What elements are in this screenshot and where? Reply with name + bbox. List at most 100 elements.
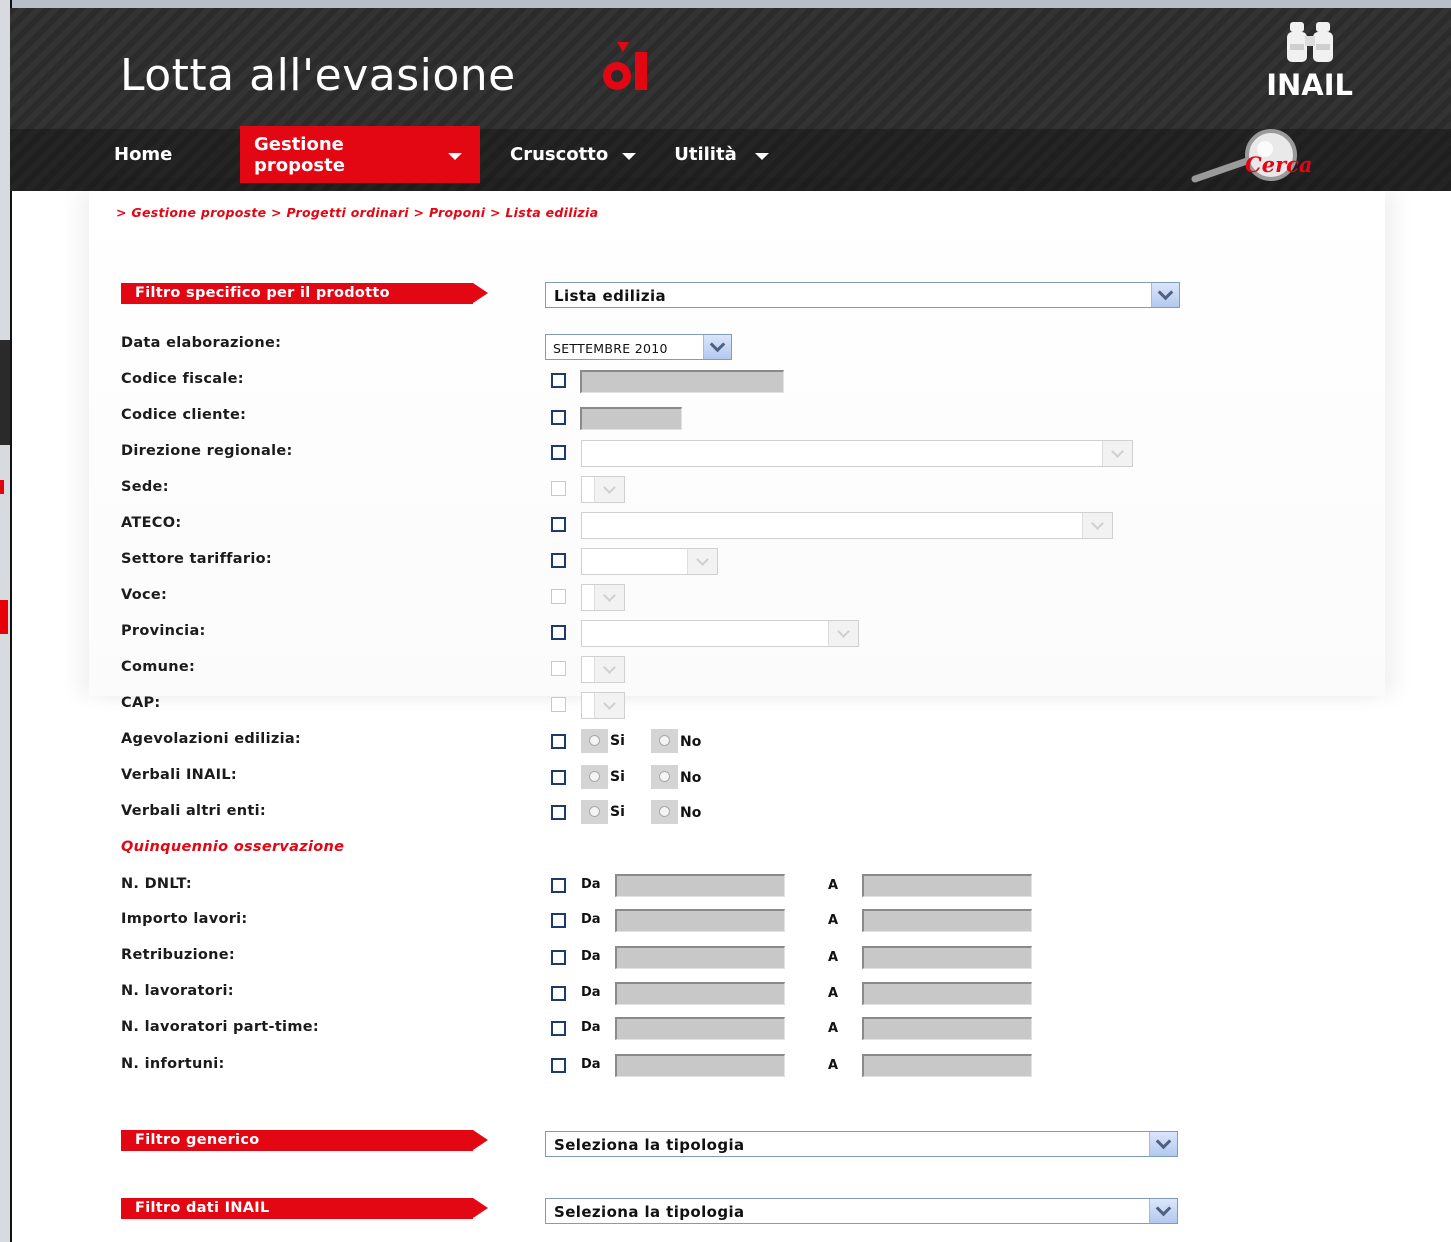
banner-tip xyxy=(473,1198,488,1218)
retribuzione-da-label: Da xyxy=(581,949,601,964)
radio-dot xyxy=(659,735,670,746)
breadcrumb: > Gestione proposte > Progetti ordinari … xyxy=(116,205,599,220)
comune-checkbox[interactable] xyxy=(551,661,566,676)
cap-select[interactable] xyxy=(581,692,625,719)
codice-fiscale-checkbox[interactable] xyxy=(551,373,566,388)
chevron-down-icon[interactable] xyxy=(1149,1132,1177,1156)
settore-tariffario-checkbox[interactable] xyxy=(551,553,566,568)
chev-shape xyxy=(1111,444,1124,458)
n-lavoratori-a-label: A xyxy=(828,986,839,1001)
sede-checkbox[interactable] xyxy=(551,481,566,496)
chevron-down-icon xyxy=(622,153,637,160)
voce-checkbox[interactable] xyxy=(551,589,566,604)
n-infortuni-to-input[interactable] xyxy=(862,1054,1032,1077)
label-data-elaborazione: Data elaborazione: xyxy=(121,335,282,351)
direzione-regionale-checkbox[interactable] xyxy=(551,445,566,460)
n-dnlt-to-input[interactable] xyxy=(862,874,1032,897)
chevron-down-icon[interactable] xyxy=(687,549,717,574)
agevolazioni-radio-no[interactable] xyxy=(651,729,678,753)
codice-fiscale-input[interactable] xyxy=(580,370,784,393)
radio-dot xyxy=(589,806,600,817)
importo-lavori-to-input[interactable] xyxy=(862,909,1032,932)
agevolazioni-radio-si[interactable] xyxy=(581,729,608,753)
n-lavoratori-to-input[interactable] xyxy=(862,982,1032,1005)
data-elaborazione-select[interactable]: SETTEMBRE 2010 xyxy=(545,334,732,360)
chevron-down-icon[interactable] xyxy=(1149,1199,1177,1223)
banner-tip xyxy=(473,283,488,303)
nav-cruscotto[interactable]: Cruscotto xyxy=(480,126,650,183)
agevolazioni-si-label: Si xyxy=(610,733,625,749)
provincia-select[interactable] xyxy=(581,620,859,647)
importo-lavori-checkbox[interactable] xyxy=(551,913,566,928)
chev-shape xyxy=(837,624,850,638)
verbali-altri-radio-no[interactable] xyxy=(651,800,678,824)
label-sede: Sede: xyxy=(121,479,169,495)
n-dnlt-from-input[interactable] xyxy=(615,874,785,897)
importo-lavori-da-label: Da xyxy=(581,912,601,927)
label-verbali-altri-enti: Verbali altri enti: xyxy=(121,803,266,819)
importo-lavori-from-input[interactable] xyxy=(615,909,785,932)
chevron-down-icon[interactable] xyxy=(1102,441,1132,466)
n-infortuni-checkbox[interactable] xyxy=(551,1058,566,1073)
verbali-inail-checkbox[interactable] xyxy=(551,770,566,785)
chev-shape xyxy=(1155,1200,1172,1217)
chevron-down-icon[interactable] xyxy=(1151,283,1179,307)
n-lavoratori-from-input[interactable] xyxy=(615,982,785,1005)
n-lavoratori-pt-checkbox[interactable] xyxy=(551,1021,566,1036)
chevron-down-icon[interactable] xyxy=(594,693,624,718)
search-button[interactable]: Cerca xyxy=(1185,125,1345,185)
settore-tariffario-select[interactable] xyxy=(581,548,718,575)
chevron-down-icon[interactable] xyxy=(828,621,858,646)
generic-filter-select[interactable]: Seleziona la tipologia xyxy=(545,1131,1178,1157)
label-n-dnlt: N. DNLT: xyxy=(121,876,192,892)
voce-select[interactable] xyxy=(581,584,625,611)
chevron-down-icon[interactable] xyxy=(1082,513,1112,538)
ateco-select[interactable] xyxy=(581,512,1113,539)
generic-filter-banner: Filtro generico xyxy=(121,1130,489,1151)
codice-cliente-checkbox[interactable] xyxy=(551,410,566,425)
chevron-down-icon[interactable] xyxy=(594,657,624,682)
generic-filter-label: Filtro generico xyxy=(135,1132,260,1148)
chevron-down-icon xyxy=(448,153,462,160)
chev-shape xyxy=(709,336,726,353)
nav-utilita[interactable]: Utilità xyxy=(650,126,782,183)
chevron-down-icon[interactable] xyxy=(703,335,731,359)
n-lavoratori-pt-from-input[interactable] xyxy=(615,1017,785,1040)
binoculars-icon xyxy=(1286,22,1333,62)
comune-select[interactable] xyxy=(581,656,625,683)
data-elaborazione-value: SETTEMBRE 2010 xyxy=(553,341,668,356)
verbali-inail-radio-si[interactable] xyxy=(581,765,608,789)
agevolazioni-checkbox[interactable] xyxy=(551,734,566,749)
cap-checkbox[interactable] xyxy=(551,697,566,712)
nav-gestione-proposte[interactable]: Gestione proposte xyxy=(240,126,480,183)
n-infortuni-from-input[interactable] xyxy=(615,1054,785,1077)
n-lavoratori-pt-to-input[interactable] xyxy=(862,1017,1032,1040)
chevron-down-icon[interactable] xyxy=(594,585,624,610)
retribuzione-checkbox[interactable] xyxy=(551,950,566,965)
verbali-altri-radio-si[interactable] xyxy=(581,800,608,824)
codice-cliente-input[interactable] xyxy=(580,407,682,430)
provincia-checkbox[interactable] xyxy=(551,625,566,640)
ateco-checkbox[interactable] xyxy=(551,517,566,532)
n-dnlt-checkbox[interactable] xyxy=(551,878,566,893)
verbali-inail-radio-no[interactable] xyxy=(651,765,678,789)
section-quinquennio: Quinquennio osservazione xyxy=(121,839,345,855)
label-importo-lavori: Importo lavori: xyxy=(121,911,248,927)
product-filter-label: Filtro specifico per il prodotto xyxy=(135,285,390,301)
nav-home[interactable]: Home xyxy=(100,126,240,183)
bg-strip-red xyxy=(0,600,8,634)
sede-select[interactable] xyxy=(581,476,625,503)
label-n-lavoratori-part-time: N. lavoratori part-time: xyxy=(121,1019,319,1035)
agevolazioni-no-label: No xyxy=(680,734,702,750)
label-codice-fiscale: Codice fiscale: xyxy=(121,371,244,387)
verbali-altri-checkbox[interactable] xyxy=(551,805,566,820)
n-lavoratori-checkbox[interactable] xyxy=(551,986,566,1001)
n-lavoratori-pt-a-label: A xyxy=(828,1021,839,1036)
inail-filter-select[interactable]: Seleziona la tipologia xyxy=(545,1198,1178,1224)
chevron-down-icon[interactable] xyxy=(594,477,624,502)
retribuzione-from-input[interactable] xyxy=(615,946,785,969)
direzione-regionale-select[interactable] xyxy=(581,440,1133,467)
retribuzione-to-input[interactable] xyxy=(862,946,1032,969)
product-filter-select[interactable]: Lista edilizia xyxy=(545,282,1180,308)
label-settore-tariffario: Settore tariffario: xyxy=(121,551,272,567)
